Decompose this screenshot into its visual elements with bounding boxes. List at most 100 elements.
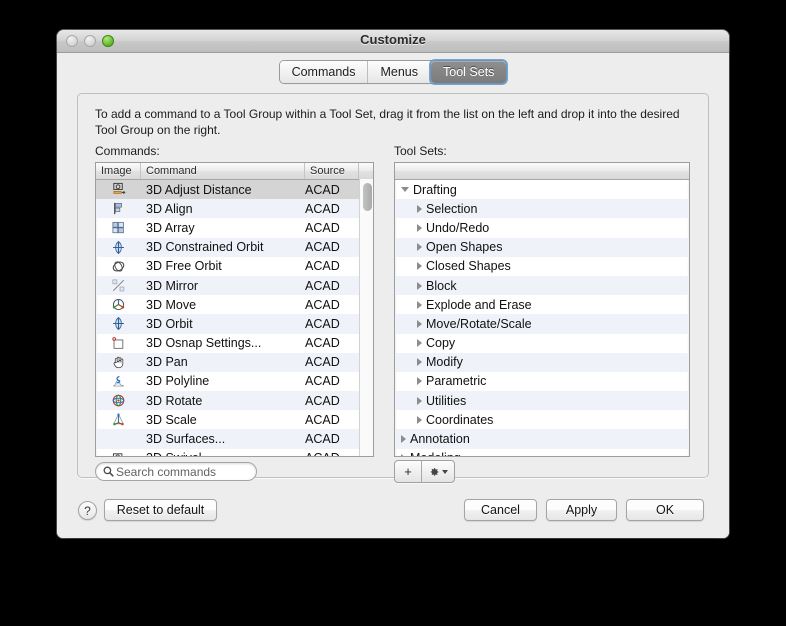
chevron-right-icon[interactable] [417, 319, 422, 328]
tree-item-drafting[interactable]: Drafting [395, 180, 689, 199]
table-row[interactable]: 3D Osnap Settings... ACAD [96, 334, 373, 353]
column-header-command[interactable]: Command [141, 163, 305, 179]
hand-pan-icon [96, 355, 141, 370]
column-header-image[interactable]: Image [96, 163, 141, 179]
toolset-actions: + [394, 460, 455, 483]
tree-item-modeling[interactable]: Modeling [395, 449, 689, 456]
command-source: ACAD [305, 297, 340, 312]
tab-tool-sets[interactable]: Tool Sets [431, 61, 507, 83]
tree-item-selection[interactable]: Selection [395, 199, 689, 219]
camera-swivel-icon [96, 451, 141, 456]
tab-menus[interactable]: Menus [368, 61, 432, 83]
toolsets-label: Tool Sets: [394, 144, 447, 158]
chevron-right-icon[interactable] [417, 396, 422, 405]
tree-item-coordinates[interactable]: Coordinates [395, 410, 689, 429]
command-name: 3D Constrained Orbit [146, 240, 264, 255]
toolset-settings-button[interactable] [422, 461, 454, 482]
tree-item-label: Block [426, 278, 457, 293]
column-header-source[interactable]: Source [305, 163, 359, 179]
table-row[interactable]: 3D Constrained Orbit ACAD [96, 237, 373, 257]
chevron-down-icon[interactable] [401, 187, 409, 193]
chevron-right-icon[interactable] [417, 281, 422, 290]
command-source: ACAD [305, 355, 340, 370]
table-row[interactable]: 3D Free Orbit ACAD [96, 257, 373, 276]
table-row[interactable]: 3D Rotate ACAD [96, 391, 373, 411]
chevron-right-icon[interactable] [417, 300, 422, 309]
polyline-icon [96, 374, 141, 389]
table-row[interactable]: 3D Move ACAD [96, 295, 373, 314]
tree-item-label: Selection [426, 201, 478, 216]
command-name: 3D Polyline [146, 374, 210, 389]
table-row[interactable]: 3D SwivelACAD [96, 449, 373, 456]
search-input[interactable]: Search commands [95, 462, 257, 481]
command-source: ACAD [305, 393, 340, 408]
chevron-right-icon[interactable] [417, 339, 422, 348]
chevron-right-icon[interactable] [417, 358, 422, 367]
toolsets-tree[interactable]: Drafting Selection Undo/Redo Open Shapes Clo… [394, 162, 690, 457]
tree-item-label: Utilities [426, 393, 467, 408]
chevron-right-icon[interactable] [417, 262, 422, 271]
tree-item-parametric[interactable]: Parametric [395, 372, 689, 391]
command-name: 3D Adjust Distance [146, 182, 252, 197]
chevron-right-icon[interactable] [417, 415, 422, 424]
chevron-right-icon[interactable] [417, 223, 422, 232]
cancel-button[interactable]: Cancel [464, 499, 537, 521]
gear-icon [428, 466, 440, 478]
chevron-right-icon[interactable] [417, 204, 422, 213]
table-row[interactable]: 3D Align ACAD [96, 199, 373, 219]
osnap-settings-icon [96, 336, 141, 351]
chevron-right-icon[interactable] [417, 243, 422, 252]
chevron-right-icon[interactable] [401, 454, 406, 456]
table-row[interactable]: 3D Mirror ACAD [96, 275, 373, 296]
reset-to-default-button[interactable]: Reset to default [104, 499, 217, 521]
ok-button[interactable]: OK [626, 499, 704, 521]
tree-item-label: Open Shapes [426, 240, 503, 255]
table-row[interactable]: 3D Array ACAD [96, 218, 373, 237]
table-row[interactable]: 3D Scale ACAD [96, 410, 373, 429]
tree-item-modify[interactable]: Modify [395, 352, 689, 372]
help-button[interactable]: ? [78, 501, 97, 520]
tree-item-label: Explode and Erase [426, 297, 532, 312]
scale-gizmo-icon [96, 412, 141, 427]
tree-item-undo-redo[interactable]: Undo/Redo [395, 218, 689, 237]
command-name: 3D Swivel [141, 451, 305, 456]
add-toolset-button[interactable]: + [395, 461, 422, 482]
toolsets-tree-header [395, 163, 689, 180]
commands-table-header: Image Command Source [96, 163, 373, 180]
tree-item-explode-and-erase[interactable]: Explode and Erase [395, 295, 689, 314]
window-titlebar: Customize [57, 30, 729, 53]
tree-item-annotation[interactable]: Annotation [395, 429, 689, 449]
command-source: ACAD [305, 412, 340, 427]
free-orbit-icon [96, 259, 141, 274]
tab-commands[interactable]: Commands [280, 61, 369, 83]
chevron-right-icon[interactable] [401, 435, 406, 444]
constrained-orbit-icon [96, 240, 141, 255]
tree-item-label: Annotation [410, 432, 470, 447]
group-box: To add a command to a Tool Group within … [77, 93, 709, 483]
tree-item-block[interactable]: Block [395, 275, 689, 296]
tree-item-closed-shapes[interactable]: Closed Shapes [395, 257, 689, 276]
rotate-gizmo-icon [96, 393, 141, 408]
tree-item-copy[interactable]: Copy [395, 334, 689, 353]
tree-item-move-rotate-scale[interactable]: Move/Rotate/Scale [395, 314, 689, 334]
commands-list[interactable]: Image Command Source 3D Adjust Distance ACA… [95, 162, 374, 457]
table-row[interactable]: 3D Polyline ACAD [96, 372, 373, 391]
apply-button[interactable]: Apply [546, 499, 617, 521]
chevron-right-icon[interactable] [417, 377, 422, 386]
command-source: ACAD [305, 201, 340, 216]
table-row[interactable]: 3D Adjust Distance ACAD [96, 180, 373, 200]
orbit-icon [96, 316, 141, 331]
search-placeholder: Search commands [116, 464, 217, 479]
cube-array-icon [96, 220, 141, 235]
table-row[interactable]: 3D Orbit ACAD [96, 314, 373, 334]
tree-item-open-shapes[interactable]: Open Shapes [395, 237, 689, 257]
commands-scrollbar[interactable] [359, 179, 373, 456]
table-row[interactable]: 3D Surfaces... ACAD [96, 429, 373, 449]
tree-item-utilities[interactable]: Utilities [395, 391, 689, 411]
mirror-icon [96, 278, 141, 293]
tree-item-label: Modeling [410, 451, 461, 456]
table-row[interactable]: 3D Pan ACAD [96, 352, 373, 372]
commands-scrollbar-thumb[interactable] [363, 183, 372, 211]
command-name: 3D Scale [146, 412, 197, 427]
command-source: ACAD [305, 432, 340, 447]
